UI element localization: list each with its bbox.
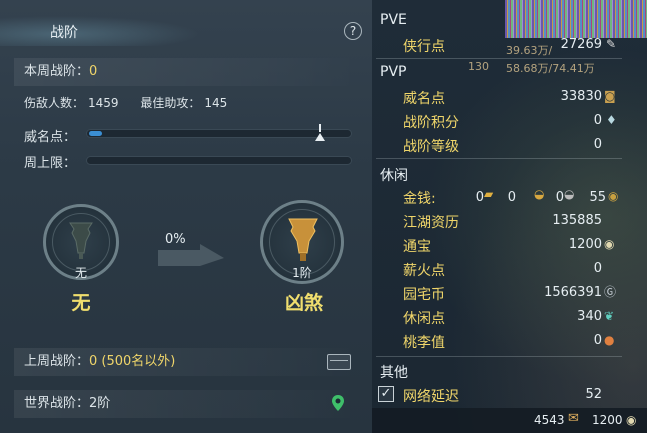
location-pin-icon[interactable] bbox=[331, 394, 345, 412]
last-week-value: 0 (500名以外) bbox=[89, 354, 176, 369]
arrow-right-icon bbox=[158, 244, 224, 266]
pvp-item-label: 战阶等级 bbox=[403, 139, 459, 155]
money-coin-value: 55 bbox=[589, 190, 606, 205]
latency-label: 网络延迟 bbox=[403, 389, 459, 405]
footer-right-value: 1200 bbox=[592, 413, 623, 427]
weekly-cap-progress-bar bbox=[86, 156, 352, 165]
silver-ingot-icon: ◒ bbox=[534, 187, 545, 201]
help-button[interactable]: ? bbox=[344, 22, 362, 40]
leisure-item-label: 薪火点 bbox=[403, 263, 445, 279]
hud-color-bars bbox=[505, 0, 647, 38]
prestige-label: 威名点： bbox=[24, 130, 77, 145]
weekly-rank-value: 0 bbox=[89, 64, 98, 79]
leisure-item-label: 园宅币 bbox=[403, 287, 445, 303]
money-silver-value: 0 bbox=[507, 190, 516, 205]
section-pve-title: PVE bbox=[380, 12, 407, 28]
pvp-item-value: 0 bbox=[593, 137, 602, 152]
section-pvp-title: PVP bbox=[380, 64, 407, 80]
money-label: 金钱: bbox=[403, 191, 436, 207]
pve-item-value: 27269 bbox=[560, 37, 602, 52]
leisure-item-label: 通宝 bbox=[403, 239, 431, 255]
section-other-title: 其他 bbox=[380, 365, 408, 381]
leisure-item-label: 江湖资历 bbox=[403, 215, 459, 231]
pve-item-label: 侠行点 bbox=[403, 39, 445, 55]
scroll-icon: ✉ bbox=[568, 411, 579, 426]
peach-icon: ● bbox=[604, 333, 615, 347]
header-decoration bbox=[0, 16, 200, 46]
next-rank-small-label: 1阶 bbox=[292, 266, 312, 280]
next-rank-title: 凶煞 bbox=[284, 292, 323, 314]
currency-panel: 39.63万/ 130 58.68万/74.41万 PVE 侠行点 27269 … bbox=[372, 0, 647, 433]
panel-header: 战阶 ? bbox=[0, 16, 372, 46]
copper-ingot-icon: ◒ bbox=[564, 187, 575, 201]
panel-title: 战阶 bbox=[50, 25, 78, 41]
world-rank-row: 世界战阶：2阶 bbox=[14, 390, 358, 418]
tongbao-coin-icon: ◉ bbox=[604, 237, 615, 251]
battle-rank-panel: 战阶 ? 本周战阶：0 伤敌人数： 1459 最佳助攻： 145 威名点： 周上限：… bbox=[0, 0, 372, 433]
weekly-rank-row: 本周战阶：0 bbox=[14, 58, 358, 86]
leisure-item-value: 0 bbox=[593, 333, 602, 348]
stats-row: 伤敌人数： 1459 最佳助攻： 145 bbox=[24, 94, 231, 111]
section-leisure-title: 休闲 bbox=[380, 168, 408, 184]
defeated-value: 1459 bbox=[88, 96, 119, 110]
pvp-item-value: 0 bbox=[593, 113, 602, 128]
divider bbox=[376, 356, 622, 357]
last-week-label: 上周战阶： bbox=[24, 354, 90, 369]
divider bbox=[376, 158, 622, 159]
best-assist-label: 最佳助攻： bbox=[140, 96, 201, 110]
leisure-item-value: 340 bbox=[577, 309, 602, 324]
mansion-coin-icon: Ⓖ bbox=[604, 285, 617, 299]
leisure-item-label: 桃李值 bbox=[403, 335, 445, 351]
coin-icon: ◉ bbox=[608, 189, 619, 203]
money-copper-value: 0 bbox=[555, 190, 564, 205]
world-rank-label: 世界战阶： bbox=[24, 396, 90, 411]
pvp-item-value: 33830 bbox=[560, 89, 602, 104]
leaf-icon: ❦ bbox=[604, 309, 615, 323]
money-gold-value: 0 bbox=[475, 190, 484, 205]
crystal-icon: ♦ bbox=[606, 113, 617, 127]
prestige-badge-icon: ◙ bbox=[604, 89, 616, 103]
world-rank-value: 2阶 bbox=[89, 396, 111, 411]
quill-icon: ✎ bbox=[606, 37, 617, 51]
prestige-progress-fill bbox=[89, 131, 102, 136]
flag-icon bbox=[69, 222, 93, 259]
current-rank-title: 无 bbox=[71, 292, 91, 314]
hud-bar-text-2: 58.68万/74.41万 bbox=[506, 62, 595, 75]
leisure-item-value: 0 bbox=[593, 261, 602, 276]
golden-flag-icon bbox=[288, 218, 318, 261]
reward-chest-icon[interactable] bbox=[327, 354, 351, 370]
leisure-item-value: 135885 bbox=[552, 213, 602, 228]
weekly-cap-label: 周上限： bbox=[24, 156, 77, 171]
best-assist-value: 145 bbox=[204, 96, 228, 110]
defeated-label: 伤敌人数： bbox=[24, 96, 85, 110]
latency-checkbox[interactable]: ✓ bbox=[378, 386, 394, 402]
prestige-marker bbox=[319, 124, 321, 132]
leisure-item-value: 1566391 bbox=[544, 285, 602, 300]
leisure-item-label: 休闲点 bbox=[403, 311, 445, 327]
latency-value: 52 bbox=[585, 387, 602, 402]
gold-ingot-icon: ▰ bbox=[484, 187, 494, 201]
prestige-marker-arrow-icon bbox=[315, 133, 325, 141]
divider bbox=[376, 58, 622, 59]
bottom-currency-bar: 4543 ✉ 1200 ◉ bbox=[372, 408, 647, 433]
pvp-item-label: 威名点 bbox=[403, 91, 445, 107]
pvp-item-label: 战阶积分 bbox=[403, 115, 459, 131]
leisure-item-value: 1200 bbox=[568, 237, 602, 252]
tongbao-coin-icon: ◉ bbox=[626, 413, 637, 427]
footer-left-value: 4543 bbox=[534, 413, 565, 427]
current-rank-small-label: 无 bbox=[74, 266, 87, 280]
prestige-progress-bar bbox=[86, 124, 352, 141]
hud-level-text: 130 bbox=[468, 60, 489, 73]
last-week-rank-row: 上周战阶：0 (500名以外) bbox=[14, 348, 358, 376]
weekly-rank-label: 本周战阶： bbox=[24, 64, 90, 79]
